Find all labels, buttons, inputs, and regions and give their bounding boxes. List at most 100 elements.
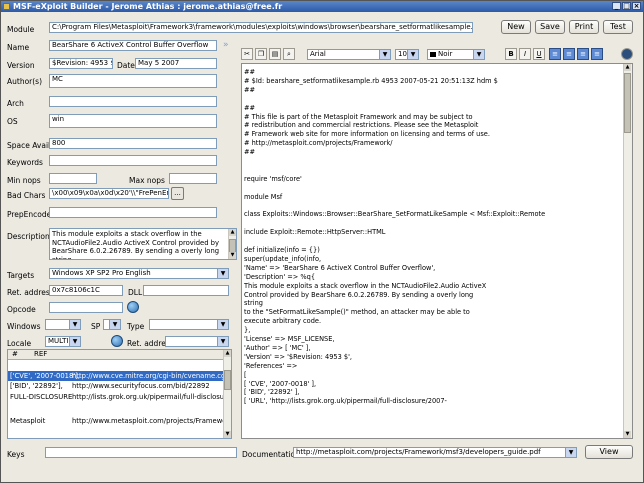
code-line: 'Description' => %q{ — [244, 272, 316, 281]
description-scrollbar[interactable]: ▲ ▼ — [228, 229, 236, 259]
arch-input[interactable] — [49, 96, 217, 107]
code-editor[interactable]: [ 'URL', 'http://lists.grok.org.uk/piper… — [241, 63, 633, 439]
code-line: [ 'CVE', '2007-0018' ], — [244, 379, 317, 388]
window-controls: _ □ × — [612, 2, 641, 10]
code-line: string — [244, 299, 263, 308]
targets-select[interactable]: Windows XP SP2 Pro English ▼ — [49, 268, 229, 279]
chevron-down-icon: ▼ — [109, 320, 120, 329]
max-nops-input[interactable] — [169, 173, 217, 184]
description-label: Description — [7, 232, 50, 241]
version-label: Version — [7, 61, 35, 70]
copy-icon[interactable]: ❐ — [255, 48, 267, 60]
type-label: Type — [127, 322, 145, 331]
prep-encoder-input[interactable] — [49, 207, 217, 218]
documentation-value: http://metasploit.com/projects/Framework… — [296, 448, 541, 456]
chevron-down-icon: ▼ — [473, 50, 484, 59]
code-line: 'License' => MSF_LICENSE, — [244, 335, 335, 343]
align-left-icon[interactable]: ≡ — [549, 48, 561, 60]
align-right-icon[interactable]: ≡ — [577, 48, 589, 60]
module-path-input[interactable]: C:\Program Files\Metasploit\Framework3\f… — [49, 22, 473, 33]
cut-icon[interactable]: ✂ — [241, 48, 253, 60]
ref-col-hash[interactable]: # — [12, 350, 18, 359]
windows-select[interactable]: ▼ — [45, 319, 81, 330]
description-textarea[interactable]: This module exploits a stack overflow in… — [49, 228, 237, 260]
ref-col-ref[interactable]: REF — [34, 350, 47, 359]
min-nops-input[interactable] — [49, 173, 97, 184]
maximize-icon[interactable]: □ — [622, 2, 631, 10]
font-select[interactable]: Arial ▼ — [307, 49, 391, 60]
window-title: MSF-eXploit Builder - Jerome Athias : je… — [13, 2, 283, 11]
expand-arrow-icon[interactable]: » — [223, 40, 229, 50]
code-line: class Exploits::Windows::Browser::BearSh… — [244, 210, 546, 219]
test-button[interactable]: Test — [603, 20, 633, 34]
type-select[interactable]: ▼ — [149, 319, 229, 330]
os-label: OS — [7, 117, 18, 126]
close-icon[interactable]: × — [632, 2, 641, 10]
code-line: }, — [244, 326, 251, 335]
table-row[interactable]: Metasploit http://www.metasploit.com/pro… — [8, 416, 225, 426]
os-input[interactable]: win — [49, 114, 217, 128]
globe-icon[interactable] — [111, 335, 123, 347]
ret-address2-select[interactable]: ▼ — [165, 336, 229, 347]
code-line: include Exploit::Remote::HttpServer::HTM… — [244, 228, 386, 237]
references-scrollbar[interactable]: ▲ ▼ — [223, 350, 231, 438]
bad-chars-browse-button[interactable]: ... — [171, 187, 184, 200]
code-line: # redistribution and commercial restrict… — [244, 121, 479, 130]
dll-input[interactable] — [143, 285, 229, 296]
opcode-input[interactable] — [49, 302, 123, 313]
minimize-icon[interactable]: _ — [612, 2, 621, 10]
code-line: super(update_info(info, — [244, 254, 322, 263]
version-input[interactable]: $Revision: 4953 $ — [49, 58, 113, 69]
table-row[interactable]: ['BID', '22892'], http://www.securityfoc… — [8, 381, 225, 391]
align-center-icon[interactable]: ≡ — [563, 48, 575, 60]
ret-address-input[interactable]: 0x7c8106c1C — [49, 285, 123, 296]
documentation-select[interactable]: http://metasploit.com/projects/Framework… — [293, 447, 577, 458]
bold-button[interactable]: B — [505, 48, 517, 60]
table-row[interactable]: FULL-DISCLOSURE http://lists.grok.org.uk… — [8, 392, 225, 402]
space-input[interactable]: 800 — [49, 138, 217, 149]
opcode-label: Opcode — [7, 305, 36, 314]
find-icon[interactable]: ⌕ — [283, 48, 295, 60]
date-input[interactable]: May 5 2007 — [135, 58, 217, 69]
chevron-down-icon: ▼ — [217, 337, 228, 346]
title-bar[interactable]: MSF-eXploit Builder - Jerome Athias : je… — [1, 1, 643, 12]
code-line: 'References' => — [244, 361, 298, 370]
code-line: ## — [244, 85, 256, 94]
new-button[interactable]: New — [501, 20, 531, 34]
authors-input[interactable]: MC — [49, 74, 217, 88]
align-justify-icon[interactable]: ≡ — [591, 48, 603, 60]
code-line: ## — [244, 68, 256, 76]
chevron-down-icon: ▼ — [407, 50, 418, 59]
chevron-down-icon: ▼ — [217, 269, 228, 278]
bad-chars-input[interactable]: \x00\x09\x0a\x0d\x20'\\"FrePenEncoder — [49, 188, 169, 199]
sp-select[interactable]: ▼ — [103, 319, 121, 330]
editor-scrollbar[interactable]: ▲ ▼ — [623, 64, 632, 438]
color-select[interactable]: Noir ▼ — [427, 49, 485, 60]
table-row[interactable]: ['CVE', '2007-0018'], http://www.cve.mit… — [8, 371, 225, 381]
metasploit-logo-icon[interactable] — [621, 48, 633, 60]
view-button[interactable]: View — [585, 445, 633, 459]
module-label: Module — [7, 25, 35, 34]
keys-input[interactable] — [45, 447, 237, 458]
underline-button[interactable]: U — [533, 48, 545, 60]
size-select[interactable]: 10 ▼ — [395, 49, 419, 60]
references-list[interactable]: # REF ['CVE', '2007-0018'], http://www.c… — [7, 349, 232, 439]
paste-icon[interactable]: ▤ — [269, 48, 281, 60]
print-button[interactable]: Print — [569, 20, 599, 34]
code-line: Control provided by BearShare 6.0.2.2678… — [244, 290, 474, 299]
code-line: 'Version' => '$Revision: 4953 $', — [244, 352, 352, 361]
size-value: 10 — [398, 50, 407, 58]
locale-select[interactable]: MULTI ▼ — [45, 336, 81, 347]
prep-encoder-label: PrepEncoder — [7, 210, 55, 219]
code-line: ## — [244, 148, 256, 157]
italic-button[interactable]: I — [519, 48, 531, 60]
code-line: This module exploits a stack overflow in… — [244, 281, 487, 290]
arch-label: Arch — [7, 99, 24, 108]
name-input[interactable]: BearShare 6 ActiveX Control Buffer Overf… — [49, 40, 217, 51]
code-line: # $Id: bearshare_setformatlikesample.rb … — [244, 76, 498, 85]
keywords-label: Keywords — [7, 158, 43, 167]
globe-icon[interactable] — [127, 301, 139, 313]
keywords-input[interactable] — [49, 155, 217, 166]
documentation-label: Documentation — [242, 450, 300, 459]
save-button[interactable]: Save — [535, 20, 565, 34]
